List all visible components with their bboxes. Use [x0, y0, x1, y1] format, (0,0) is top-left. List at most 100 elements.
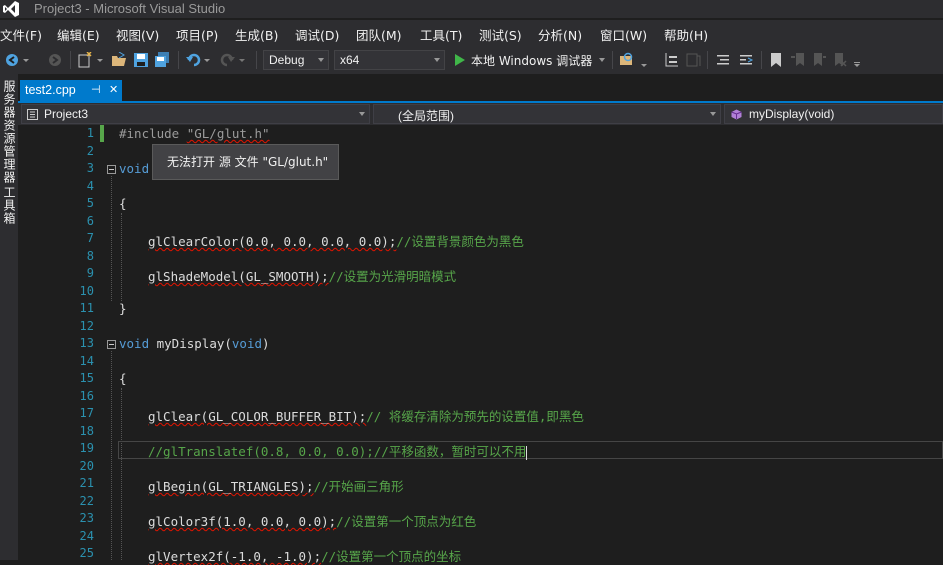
line-number: 16	[79, 388, 94, 403]
menu-view[interactable]: 视图(V)	[116, 25, 159, 44]
fold-guide	[111, 176, 112, 301]
play-icon	[455, 54, 465, 66]
standard-toolbar: Debug x64 本地 Windows 调试器	[0, 46, 943, 74]
toolbox-tab[interactable]: 工具箱	[1, 186, 18, 225]
find-in-files-icon[interactable]	[619, 52, 649, 68]
document-tab-row: test2.cpp ⊣ ✕	[18, 80, 943, 101]
line-number: 2	[86, 143, 94, 158]
code-statement: glBegin(GL_TRIANGLES);	[148, 479, 314, 494]
save-icon[interactable]	[133, 52, 149, 68]
menu-project[interactable]: 项目(P)	[176, 25, 218, 44]
chevron-down-icon	[434, 58, 440, 62]
code-statement: glVertex2f(-1.0, -1.0);	[148, 549, 322, 564]
menu-debug[interactable]: 调试(D)	[295, 25, 339, 44]
save-all-icon[interactable]	[154, 52, 170, 68]
code-line-15: {	[119, 371, 127, 386]
line-number: 19	[79, 441, 94, 455]
previous-bookmark-icon[interactable]	[790, 52, 806, 68]
menu-bar: 文件(F) 编辑(E) 视图(V) 项目(P) 生成(B) 调试(D) 团队(M…	[0, 20, 943, 46]
start-debugging-button[interactable]: 本地 Windows 调试器	[451, 50, 609, 70]
server-explorer-tab[interactable]: 服务器资源管理器	[1, 80, 18, 184]
code-editor[interactable]: 1 2 3 4 5 6 7 8 9 10 11 12 13 14 15 16 1…	[18, 125, 943, 564]
step-disabled-icon[interactable]	[685, 52, 701, 68]
pin-tab-icon[interactable]: ⊣	[91, 83, 101, 96]
menu-analyze[interactable]: 分析(N)	[538, 25, 582, 44]
uncomment-icon[interactable]	[738, 52, 754, 68]
code-line-7: glClearColor(0.0, 0.0, 0.0, 0.0);//设置背景颜…	[148, 231, 524, 250]
chevron-down-icon	[318, 58, 324, 62]
menu-tools[interactable]: 工具(T)	[420, 25, 462, 44]
project-dropdown[interactable]: Project3	[21, 104, 370, 124]
close-tab-icon[interactable]: ✕	[109, 83, 118, 96]
configuration-value: Debug	[269, 53, 305, 67]
platform-value: x64	[340, 53, 360, 67]
toolbar-separator	[707, 51, 708, 69]
toolbar-separator	[612, 51, 613, 69]
clear-bookmarks-icon[interactable]	[831, 52, 847, 68]
menu-build[interactable]: 生成(B)	[235, 25, 278, 44]
code-line-11: }	[119, 301, 127, 316]
code-line-17: glClear(GL_COLOR_BUFFER_BIT);// 将缓存清除为预先…	[148, 406, 584, 425]
keyword-void: void	[119, 336, 150, 351]
menu-team[interactable]: 团队(M)	[356, 25, 402, 44]
new-project-icon[interactable]	[77, 52, 105, 68]
step-icon[interactable]	[664, 52, 680, 68]
indent-guide	[121, 213, 122, 301]
project-name: Project3	[44, 107, 89, 121]
line-number: 3	[86, 161, 94, 175]
code-line-9: glShadeModel(GL_SMOOTH);//设置为光滑明暗模式	[148, 266, 456, 285]
menu-window[interactable]: 窗口(W)	[600, 25, 647, 44]
title-bar: Project3 - Microsoft Visual Studio	[0, 0, 943, 18]
open-file-icon[interactable]	[111, 52, 127, 68]
collapse-block-icon[interactable]	[107, 340, 116, 349]
window-title: Project3 - Microsoft Visual Studio	[34, 1, 226, 16]
line-number: 11	[79, 301, 94, 315]
redo-icon[interactable]	[220, 52, 246, 68]
menu-help[interactable]: 帮助(H)	[664, 25, 708, 44]
bookmark-icon[interactable]	[768, 52, 784, 68]
code-statement: glColor3f(1.0, 0.0, 0.0);	[148, 514, 337, 529]
line-number: 23	[79, 511, 94, 525]
code-line-21: glBegin(GL_TRIANGLES);//开始画三角形	[148, 476, 404, 495]
tab-filename: test2.cpp	[25, 83, 76, 97]
line-number: 8	[86, 248, 94, 263]
code-line-25: glVertex2f(-1.0, -1.0);//设置第一个顶点的坐标	[148, 546, 461, 565]
close-paren: )	[262, 336, 270, 351]
tab-test2-cpp[interactable]: test2.cpp ⊣ ✕	[20, 80, 122, 101]
code-line-3: void	[119, 161, 149, 176]
solution-configuration-dropdown[interactable]: Debug	[263, 50, 329, 70]
member-dropdown[interactable]: myDisplay(void)	[724, 104, 943, 124]
navigate-back-icon[interactable]	[4, 52, 30, 68]
line-number: 12	[79, 318, 94, 333]
code-comment: //设置为光滑明暗模式	[328, 269, 457, 284]
code-line-13: void myDisplay(void)	[119, 336, 270, 351]
project-icon	[27, 109, 38, 120]
keyword-void: void	[231, 336, 263, 351]
solution-platform-dropdown[interactable]: x64	[334, 50, 445, 70]
function-name: myDisplay(	[149, 336, 232, 351]
navigate-forward-icon[interactable]	[47, 52, 63, 68]
scope-dropdown[interactable]: (全局范围)	[373, 104, 721, 124]
line-number: 15	[79, 371, 94, 385]
undo-icon[interactable]	[185, 52, 211, 68]
toolbar-separator	[256, 51, 257, 69]
chevron-down-icon	[599, 58, 605, 62]
line-number: 22	[79, 493, 94, 508]
menu-file[interactable]: 文件(F)	[0, 25, 42, 44]
chevron-down-icon	[359, 112, 365, 116]
include-path: "GL/glut.h"	[186, 126, 270, 141]
line-number: 4	[86, 178, 94, 193]
collapse-block-icon[interactable]	[107, 165, 116, 174]
scope-value: (全局范围)	[398, 109, 454, 123]
error-tooltip: 无法打开 源 文件 "GL/glut.h"	[152, 144, 339, 180]
toolbar-overflow-icon[interactable]	[852, 52, 862, 68]
next-bookmark-icon[interactable]	[811, 52, 827, 68]
toolbar-separator	[178, 51, 179, 69]
comment-out-icon[interactable]	[715, 52, 731, 68]
start-debugging-label: 本地 Windows 调试器	[471, 54, 593, 68]
line-number: 5	[86, 196, 94, 210]
menu-edit[interactable]: 编辑(E)	[57, 25, 100, 44]
code-statement: glClearColor(0.0, 0.0, 0.0, 0.0);	[148, 234, 397, 249]
menu-test[interactable]: 测试(S)	[479, 25, 522, 44]
navigation-bar: Project3 (全局范围) myDisplay(void)	[18, 103, 943, 125]
